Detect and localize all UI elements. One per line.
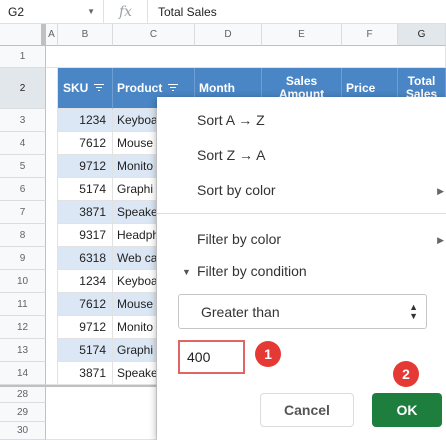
- product-cell[interactable]: Speake: [113, 201, 157, 224]
- sku-cell[interactable]: 5174: [58, 339, 113, 362]
- product-cell[interactable]: Graphi: [113, 339, 157, 362]
- header-month-label: Month: [199, 81, 235, 95]
- menu-item-sort-z-a[interactable]: Sort Z → A: [197, 147, 265, 163]
- condition-select[interactable]: Greater than ▲ ▼: [178, 294, 427, 329]
- chevron-down-icon[interactable]: ▼: [182, 267, 191, 277]
- product-cell[interactable]: Graphi: [113, 178, 157, 201]
- formula-bar: G2 ▼ fx Total Sales: [0, 0, 446, 24]
- up-down-arrows-icon: ▲ ▼: [409, 302, 418, 321]
- chevron-right-icon: ▶: [437, 235, 444, 245]
- menu-item-sort-by-color[interactable]: Sort by color: [197, 182, 276, 198]
- row-header[interactable]: 3: [0, 109, 46, 132]
- step-badge-1: 1: [255, 341, 281, 367]
- filter-menu: Sort A → Z Sort Z → A Sort by color ▶ Fi…: [157, 97, 446, 440]
- column-header-c[interactable]: C: [113, 24, 195, 46]
- filter-icon[interactable]: [94, 84, 105, 92]
- row-header[interactable]: 9: [0, 247, 46, 270]
- product-cell[interactable]: Monito: [113, 155, 157, 178]
- row-header[interactable]: 2: [0, 68, 46, 109]
- menu-divider: [157, 213, 446, 214]
- row-header[interactable]: 29: [0, 403, 46, 422]
- column-header-d[interactable]: D: [195, 24, 262, 46]
- sku-cell[interactable]: 9317: [58, 224, 113, 247]
- product-cell[interactable]: Keyboa: [113, 109, 157, 132]
- header-price-label: Price: [346, 81, 376, 95]
- filter-icon[interactable]: [168, 84, 179, 92]
- chevron-right-icon: ▶: [437, 186, 444, 196]
- condition-value-input[interactable]: 400: [178, 340, 245, 374]
- column-header-b[interactable]: B: [58, 24, 113, 46]
- product-cell[interactable]: Monito: [113, 316, 157, 339]
- sku-cell[interactable]: 6318: [58, 247, 113, 270]
- sku-cell[interactable]: 9712: [58, 316, 113, 339]
- column-header-a[interactable]: A: [46, 24, 58, 46]
- menu-item-filter-by-color[interactable]: Filter by color: [197, 231, 281, 247]
- column-a-cells[interactable]: [46, 68, 58, 385]
- sku-cell[interactable]: 7612: [58, 293, 113, 316]
- sku-cell[interactable]: 9712: [58, 155, 113, 178]
- sku-cell[interactable]: 5174: [58, 178, 113, 201]
- column-header-e[interactable]: E: [262, 24, 342, 46]
- sku-cell[interactable]: 1234: [58, 109, 113, 132]
- row-header[interactable]: 13: [0, 339, 46, 362]
- row-header[interactable]: 5: [0, 155, 46, 178]
- row-header[interactable]: 6: [0, 178, 46, 201]
- cancel-button[interactable]: Cancel: [260, 393, 354, 427]
- menu-item-filter-by-condition[interactable]: Filter by condition: [197, 263, 307, 279]
- row-header[interactable]: 30: [0, 422, 46, 440]
- product-cell[interactable]: Speake: [113, 362, 157, 385]
- cell-reference: G2: [8, 4, 25, 19]
- name-box[interactable]: G2 ▼: [0, 0, 104, 24]
- formula-input[interactable]: Total Sales: [148, 5, 217, 19]
- condition-select-value: Greater than: [201, 303, 280, 320]
- sku-cell[interactable]: 3871: [58, 201, 113, 224]
- select-all-corner[interactable]: [0, 24, 46, 46]
- row-header[interactable]: 4: [0, 132, 46, 155]
- row-header[interactable]: 10: [0, 270, 46, 293]
- row-header[interactable]: 8: [0, 224, 46, 247]
- row-header[interactable]: 12: [0, 316, 46, 339]
- row-header[interactable]: 11: [0, 293, 46, 316]
- product-cell[interactable]: Keyboa: [113, 270, 157, 293]
- menu-item-sort-a-z[interactable]: Sort A → Z: [197, 112, 265, 128]
- header-cell-sku[interactable]: SKU: [58, 68, 113, 109]
- step-badge-2: 2: [393, 361, 419, 387]
- column-header-g[interactable]: G: [398, 24, 446, 46]
- header-product-label: Product: [117, 81, 163, 95]
- empty-rows-bottom[interactable]: [46, 385, 157, 440]
- header-sku-label: SKU: [63, 81, 89, 95]
- product-cell[interactable]: Web ca: [113, 247, 157, 270]
- sku-cell[interactable]: 7612: [58, 132, 113, 155]
- column-header-f[interactable]: F: [342, 24, 398, 46]
- product-cell[interactable]: Mouse: [113, 132, 157, 155]
- sku-cell[interactable]: 3871: [58, 362, 113, 385]
- product-cell[interactable]: Mouse: [113, 293, 157, 316]
- empty-row-1[interactable]: [46, 46, 446, 68]
- fx-icon: fx: [104, 0, 148, 24]
- product-cell[interactable]: Headph: [113, 224, 157, 247]
- row-header[interactable]: 1: [0, 46, 46, 68]
- row-header[interactable]: 28: [0, 385, 46, 403]
- ok-button[interactable]: OK: [372, 393, 442, 427]
- chevron-down-icon[interactable]: ▼: [87, 7, 95, 16]
- sku-cell[interactable]: 1234: [58, 270, 113, 293]
- row-header[interactable]: 7: [0, 201, 46, 224]
- row-header[interactable]: 14: [0, 362, 46, 385]
